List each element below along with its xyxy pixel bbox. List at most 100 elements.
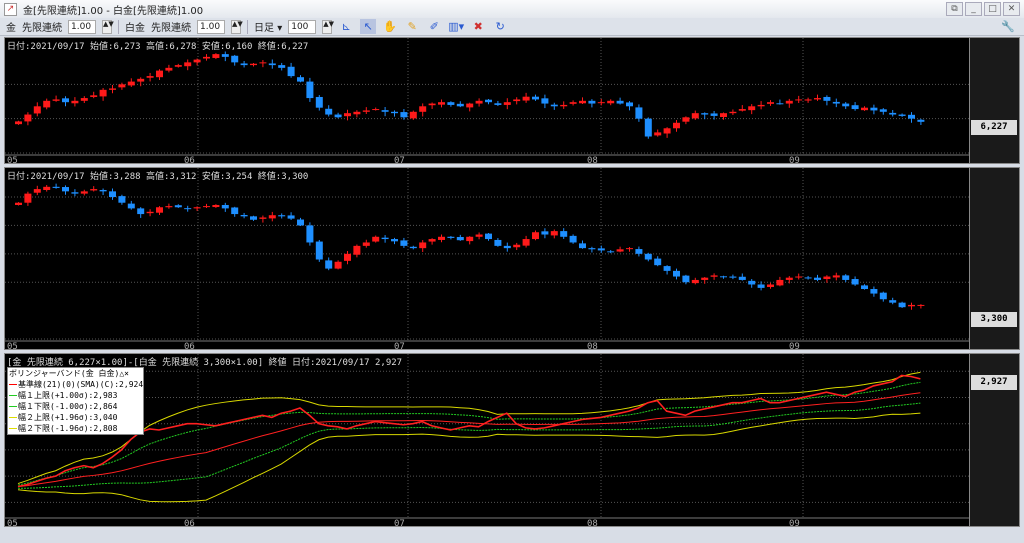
candle-body — [372, 109, 380, 111]
candle-body — [616, 100, 624, 104]
x-tick-label: 07 — [394, 156, 405, 165]
gold-chart-panel[interactable]: 6,5006,2506,0000506070809 日付:2021/09/17 … — [4, 37, 1020, 165]
candle-body — [701, 277, 709, 280]
candle-body — [447, 236, 455, 238]
pencil-icon[interactable]: ✎ — [404, 19, 420, 34]
candle-body — [673, 270, 680, 277]
candle-body — [193, 59, 201, 63]
candle-body — [503, 102, 511, 105]
candle-body — [673, 122, 680, 129]
x-tick-label: 05 — [7, 342, 18, 351]
mult2-spinner[interactable]: ▲▼ — [231, 19, 243, 34]
restore-button[interactable]: ⧉ — [946, 2, 963, 16]
candle-body — [851, 279, 859, 285]
candle-body — [184, 62, 192, 67]
candle-body — [579, 100, 586, 104]
legend-item-mid: 基準線(21)(0)(SMA)(C):2,924 — [9, 379, 143, 390]
last-price-badge: 2,927 — [971, 375, 1017, 390]
minimize-button[interactable]: _ — [965, 2, 982, 16]
candle-body — [767, 284, 774, 287]
candle-body — [419, 242, 427, 249]
delete-icon[interactable]: ✖ — [470, 19, 486, 34]
symbol1-label[interactable]: 金 — [6, 19, 16, 34]
candle-body — [748, 280, 756, 285]
candle-body — [137, 208, 145, 215]
candle-body — [917, 304, 925, 306]
settings-icon[interactable]: 🔧 — [1000, 19, 1016, 34]
candle-body — [861, 285, 868, 290]
candle-body — [832, 275, 840, 278]
candle-body — [804, 277, 812, 279]
candle-body — [174, 65, 182, 67]
symbol2-label[interactable]: 白金 — [125, 19, 145, 34]
candle-body — [635, 107, 643, 119]
period-select[interactable]: 日足 ▾ — [254, 19, 282, 34]
candle-body — [701, 113, 709, 115]
candle-body — [15, 121, 22, 125]
candle-body — [832, 101, 840, 104]
legend-item-band2-lower: 幅２下限(-1.96σ):2,808 — [9, 423, 142, 434]
candle-body — [353, 111, 361, 115]
candle-body — [165, 206, 173, 208]
candle-body — [748, 106, 756, 111]
contract1-label[interactable]: 先限連続 — [22, 19, 62, 34]
candle-body — [541, 231, 549, 235]
candle-body — [344, 253, 351, 261]
period-value: 日足 — [254, 23, 274, 34]
mult2-input[interactable]: 1.00 — [197, 19, 225, 34]
candle-body — [898, 302, 906, 308]
x-tick-label: 06 — [184, 519, 195, 528]
candle-body — [682, 117, 690, 122]
candle-body — [814, 98, 821, 100]
platinum-chart-panel[interactable]: 4,2504,0003,7503,5003,0000506070809 日付:2… — [4, 167, 1020, 351]
draw-tool-icon[interactable]: ✐ — [426, 19, 442, 34]
legend-title: ボリンジャーバンド(金 白金)△× — [9, 369, 130, 378]
candle-body — [165, 67, 173, 71]
candle-body — [908, 304, 915, 307]
candle-body — [315, 96, 323, 108]
band2-upper-line — [17, 371, 921, 485]
bollinger-legend[interactable]: ボリンジャーバンド(金 白金)△× 基準線(21)(0)(SMA)(C):2,9… — [7, 367, 144, 435]
count-spinner[interactable]: ▲▼ — [322, 19, 334, 34]
price-axis — [969, 38, 1019, 163]
candle-body — [71, 100, 79, 104]
candle-body — [607, 251, 615, 253]
mult1-spinner[interactable]: ▲▼ — [102, 19, 114, 34]
candle-body — [334, 114, 342, 118]
candle-body — [428, 239, 436, 242]
candle-body — [400, 240, 408, 246]
last-price-badge: 6,227 — [971, 120, 1017, 135]
spread-chart-panel[interactable]: 3,0002,7502,5002,2502,0001,7500506070809… — [4, 353, 1020, 528]
candle-body — [579, 243, 586, 249]
candle-body — [447, 102, 455, 105]
candle-body — [917, 119, 925, 122]
candle-body — [785, 100, 793, 104]
candle-body — [325, 108, 333, 115]
cursor-icon[interactable]: ↖ — [360, 19, 377, 34]
candle-body — [513, 244, 521, 248]
candle-body — [62, 98, 69, 103]
candle-body — [118, 196, 126, 203]
candle-body — [90, 95, 98, 97]
candle-body — [43, 186, 51, 190]
candle-body — [729, 111, 737, 114]
candle-body — [908, 114, 915, 119]
candle-body — [720, 113, 727, 118]
candle-body — [870, 107, 878, 111]
count-input[interactable]: 100 — [288, 19, 317, 34]
candle-body — [184, 208, 192, 210]
candle-body — [428, 103, 436, 106]
contract2-label[interactable]: 先限連続 — [151, 19, 191, 34]
candle-body — [24, 114, 32, 122]
mult1-input[interactable]: 1.00 — [68, 19, 96, 34]
hand-icon[interactable]: ✋ — [382, 19, 398, 34]
refresh-icon[interactable]: ↻ — [492, 19, 508, 34]
close-button[interactable]: ✕ — [1003, 2, 1020, 16]
maximize-button[interactable]: □ — [984, 2, 1001, 16]
bar-chart-icon[interactable]: ▥▾ — [448, 19, 464, 34]
chart-type-icon[interactable]: ⊾ — [338, 19, 354, 34]
candle-body — [52, 99, 60, 101]
app-icon: ↗ — [4, 2, 17, 16]
candle-body — [193, 207, 201, 209]
candle-body — [729, 276, 737, 278]
